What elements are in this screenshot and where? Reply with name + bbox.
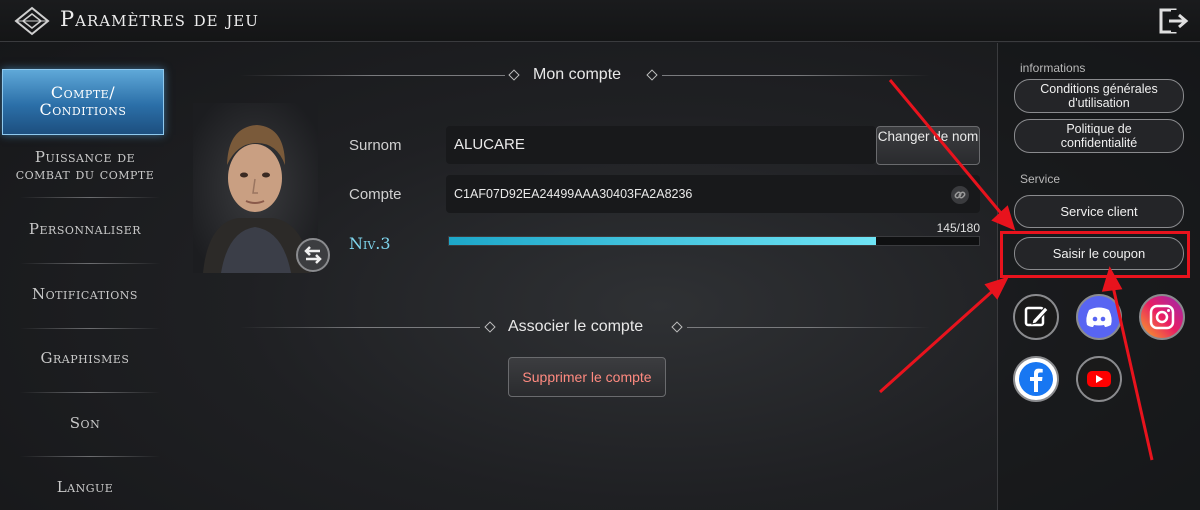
sidebar-item-combat-power[interactable]: Puissance de combat du compte xyxy=(0,149,170,189)
sidebar-item-sound[interactable]: Son xyxy=(0,415,170,432)
level-label: Niv.3 xyxy=(349,234,391,253)
sidebar-item-notifications[interactable]: Notifications xyxy=(0,286,170,303)
sidebar: Compte/ Conditions Puissance de combat d… xyxy=(0,43,170,510)
nav-divider xyxy=(20,197,160,198)
nav-divider xyxy=(20,263,160,264)
xp-count: 145/180 xyxy=(936,221,980,235)
service-label: Service xyxy=(1020,172,1061,186)
account-id-field: C1AF07D92EA24499AAA30403FA2A8236 xyxy=(446,175,980,213)
link-icon[interactable] xyxy=(950,185,970,205)
xp-progress-bar xyxy=(448,236,980,246)
terms-button[interactable]: Conditions générales d'utilisation xyxy=(1014,79,1184,113)
delete-account-button[interactable]: Supprimer le compte xyxy=(508,357,666,397)
nav-divider xyxy=(20,328,160,329)
sidebar-item-graphics[interactable]: Graphismes xyxy=(0,350,170,367)
discord-icon[interactable] xyxy=(1076,294,1122,340)
top-bar: Paramètres de jeu xyxy=(0,0,1200,42)
section-title-link-account: Associer le compte xyxy=(508,318,644,335)
facebook-icon[interactable] xyxy=(1013,356,1059,402)
swap-arrows-icon xyxy=(304,246,322,264)
nickname-value: ALUCARE xyxy=(454,136,525,153)
nav-divider xyxy=(20,456,160,457)
youtube-icon[interactable] xyxy=(1076,356,1122,402)
customer-service-button[interactable]: Service client xyxy=(1014,195,1184,228)
privacy-button[interactable]: Politique de confidentialité xyxy=(1014,119,1184,153)
exit-icon[interactable] xyxy=(1158,6,1190,36)
sidebar-item-language[interactable]: Langue xyxy=(0,479,170,496)
section-title-account: Mon compte xyxy=(533,66,622,83)
nickname-field: ALUCARE xyxy=(446,126,876,164)
diamond-emblem-icon xyxy=(14,6,50,36)
xp-progress-fill xyxy=(449,237,877,245)
info-label: informations xyxy=(1020,61,1086,75)
account-id-value: C1AF07D92EA24499AAA30403FA2A8236 xyxy=(454,187,693,201)
sidebar-item-customize[interactable]: Personnaliser xyxy=(0,221,170,238)
sidebar-item-account-terms[interactable]: Compte/ Conditions xyxy=(2,69,164,135)
nickname-label: Surnom xyxy=(349,137,402,154)
edit-icon[interactable] xyxy=(1013,294,1059,340)
account-label: Compte xyxy=(349,186,402,203)
rename-button[interactable]: Changer de nom xyxy=(876,126,980,165)
page-title: Paramètres de jeu xyxy=(60,7,259,31)
instagram-icon[interactable] xyxy=(1139,294,1185,340)
coupon-highlight-box xyxy=(1000,231,1190,278)
nav-divider xyxy=(20,392,160,393)
swap-character-button[interactable] xyxy=(296,238,330,272)
